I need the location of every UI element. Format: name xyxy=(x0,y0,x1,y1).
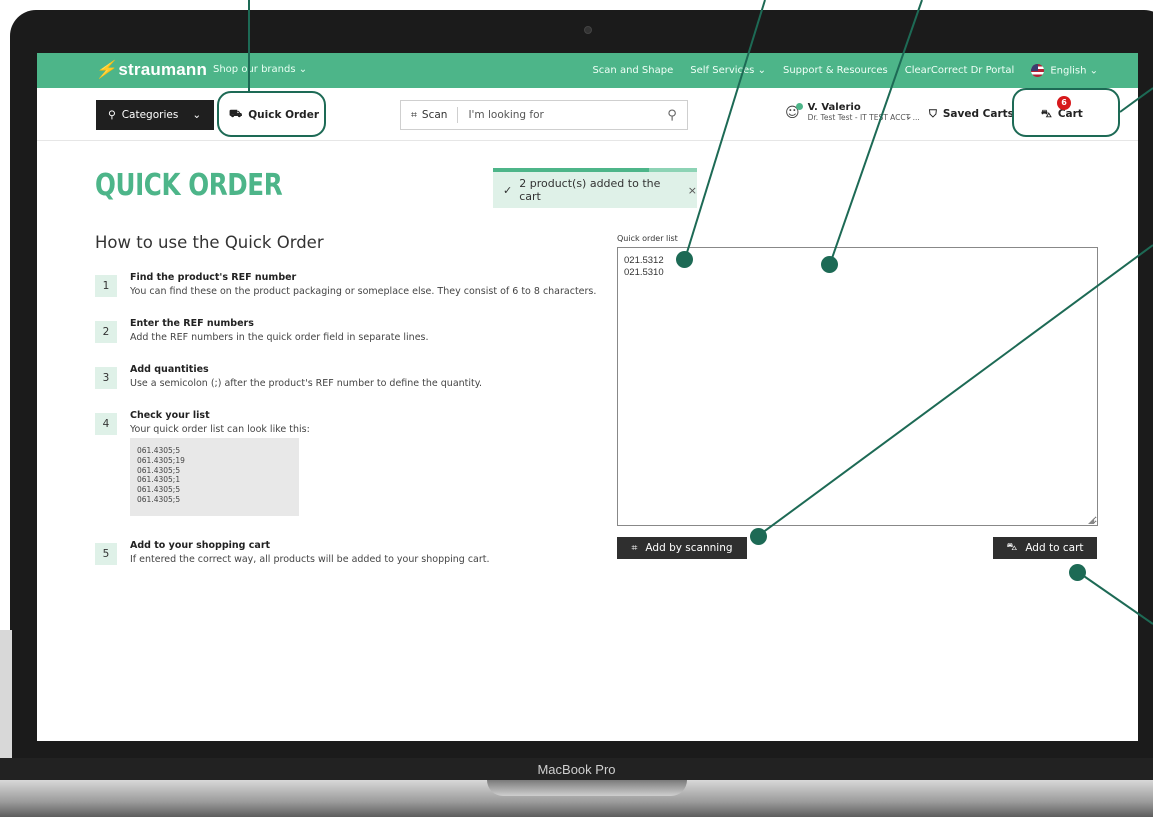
language-selector[interactable]: English ⌄ xyxy=(1031,64,1098,77)
step-title: Add to your shopping cart xyxy=(130,540,271,551)
example-line: 061.4305;5 xyxy=(137,485,181,495)
example-line: 061.4305;5 xyxy=(137,494,181,504)
toast-progress-remaining xyxy=(649,168,697,172)
shop-brands-menu[interactable]: Shop our brands ⌄ xyxy=(213,64,307,75)
step-title: Enter the REF numbers xyxy=(130,318,254,329)
step-number: 4 xyxy=(95,413,117,435)
toast-message: 2 product(s) added to the cart xyxy=(519,177,661,203)
add-to-cart-label: Add to cart xyxy=(1025,542,1084,554)
example-list: 061.4305;5 061.4305;19 061.4305;5 061.43… xyxy=(130,438,299,516)
user-account: Dr. Test Test - IT TEST ACCT ... xyxy=(807,113,920,122)
search-icon[interactable]: ⚲ xyxy=(657,108,687,123)
chevron-down-icon: ⌄ xyxy=(298,64,308,75)
callout-dot xyxy=(750,528,767,545)
laptop-notch xyxy=(487,780,687,796)
add-by-scanning-button[interactable]: ⌗ Add by scanning xyxy=(617,537,747,559)
nav-self-services-label: Self Services xyxy=(690,65,755,76)
categories-label: Categories xyxy=(121,109,179,121)
example-line: 061.4305;5 xyxy=(137,446,181,455)
nav-clearcorrect-portal[interactable]: ClearCorrect Dr Portal xyxy=(905,65,1015,76)
callout-dot xyxy=(1069,564,1086,581)
close-icon[interactable]: × xyxy=(688,184,697,197)
callout-ring-quick-order xyxy=(217,91,326,137)
chevron-down-icon: ⌄ xyxy=(192,109,202,121)
step-text: Use a semicolon (;) after the product's … xyxy=(130,378,483,389)
callout-dot xyxy=(821,256,838,273)
step-text: If entered the correct way, all products… xyxy=(130,554,490,565)
step-number: 2 xyxy=(95,321,117,343)
example-line: 061.4305;19 xyxy=(137,455,185,465)
step-title: Add quantities xyxy=(130,364,209,375)
check-icon: ✓ xyxy=(503,183,513,197)
top-bar: ⚡ straumann Shop our brands ⌄ Scan and Sh… xyxy=(37,53,1138,88)
browser-screen: ⚡ straumann Shop our brands ⌄ Scan and Sh… xyxy=(37,53,1138,741)
search-input[interactable]: I'm looking for xyxy=(458,109,657,121)
howto-heading: How to use the Quick Order xyxy=(95,233,324,252)
saved-carts-label: Saved Carts xyxy=(942,108,1014,120)
straumann-logo[interactable]: ⚡ straumann xyxy=(95,60,207,80)
step-title: Find the product's REF number xyxy=(130,272,297,283)
chevron-down-icon[interactable]: ⌄ xyxy=(905,112,913,122)
step-item: 3 Add quantities Use a semicolon (;) aft… xyxy=(95,364,575,410)
scan-label: Scan xyxy=(421,109,448,121)
nav-self-services[interactable]: Self Services ⌄ xyxy=(690,65,766,76)
saved-carts-link[interactable]: ⛉ Saved Carts xyxy=(929,108,1014,121)
step-text: Your quick order list can look like this… xyxy=(130,424,310,435)
example-line: 061.4305;1 xyxy=(137,475,181,485)
scan-icon: ⌗ xyxy=(631,541,638,554)
main-navbar: ⚲ Categories ⌄ ⛟ Quick Order ⌗ Scan I'm l… xyxy=(37,88,1138,141)
shop-brands-label: Shop our brands xyxy=(213,64,296,75)
user-name: V. Valerio xyxy=(807,102,861,113)
callout-dot xyxy=(676,251,693,268)
step-text: You can find these on the product packag… xyxy=(130,286,597,297)
resize-grip-icon[interactable]: ◢ xyxy=(1088,516,1094,525)
scan-button[interactable]: ⌗ Scan xyxy=(401,107,459,123)
search-bar: ⌗ Scan I'm looking for ⚲ xyxy=(400,100,688,130)
chevron-down-icon: ⌄ xyxy=(1089,65,1098,77)
quick-order-list-label: Quick order list xyxy=(617,234,678,243)
step-text: Add the REF numbers in the quick order f… xyxy=(130,332,429,343)
categories-button[interactable]: ⚲ Categories ⌄ xyxy=(96,100,214,130)
nav-scan-and-shape[interactable]: Scan and Shape xyxy=(592,65,673,76)
language-label: English xyxy=(1050,65,1087,77)
categories-icon: ⚲ xyxy=(108,109,116,121)
steps-list: 1 Find the product's REF number You can … xyxy=(95,272,596,586)
step-item: 1 Find the product's REF number You can … xyxy=(95,272,596,318)
logo-mark-icon: ⚡ xyxy=(95,60,117,79)
quick-order-textarea[interactable]: 021.5312 021.5310 xyxy=(617,247,1098,526)
top-nav: Scan and Shape Self Services ⌄ Support &… xyxy=(592,64,1098,77)
step-item: 2 Enter the REF numbers Add the REF numb… xyxy=(95,318,575,364)
step-number: 1 xyxy=(95,275,117,297)
us-flag-icon xyxy=(1031,64,1045,77)
saved-carts-icon: ⛉ xyxy=(929,108,937,120)
device-label: MacBook Pro xyxy=(537,762,616,777)
add-by-scanning-label: Add by scanning xyxy=(645,542,733,554)
add-to-cart-button[interactable]: ⛍ Add to cart xyxy=(993,537,1097,559)
page-title: QUICK ORDER xyxy=(95,168,283,203)
scan-icon: ⌗ xyxy=(411,108,417,121)
nav-support-resources[interactable]: Support & Resources xyxy=(783,65,888,76)
user-menu[interactable]: ☺ V. Valerio Dr. Test Test - IT TEST ACC… xyxy=(785,102,920,123)
step-number: 5 xyxy=(95,543,117,565)
step-title: Check your list xyxy=(130,410,210,421)
laptop-mockup: MacBook Pro ⚡ straumann Shop our brands ⌄… xyxy=(0,0,1153,817)
logo-text: straumann xyxy=(118,60,208,79)
chevron-down-icon: ⌄ xyxy=(757,65,766,76)
step-number: 3 xyxy=(95,367,117,389)
step-item: 5 Add to your shopping cart If entered t… xyxy=(95,540,575,586)
user-info: V. Valerio Dr. Test Test - IT TEST ACCT … xyxy=(807,102,920,123)
example-line: 061.4305;5 xyxy=(137,465,181,475)
step-item: 4 Check your list Your quick order list … xyxy=(95,410,575,540)
user-icon: ☺ xyxy=(785,102,803,121)
success-toast: ✓ 2 product(s) added to the cart × xyxy=(493,168,697,208)
cart-icon: ⛍ xyxy=(1006,541,1018,553)
camera xyxy=(584,26,592,34)
callout-ring-cart xyxy=(1012,88,1120,137)
desk-shadow xyxy=(0,630,12,760)
